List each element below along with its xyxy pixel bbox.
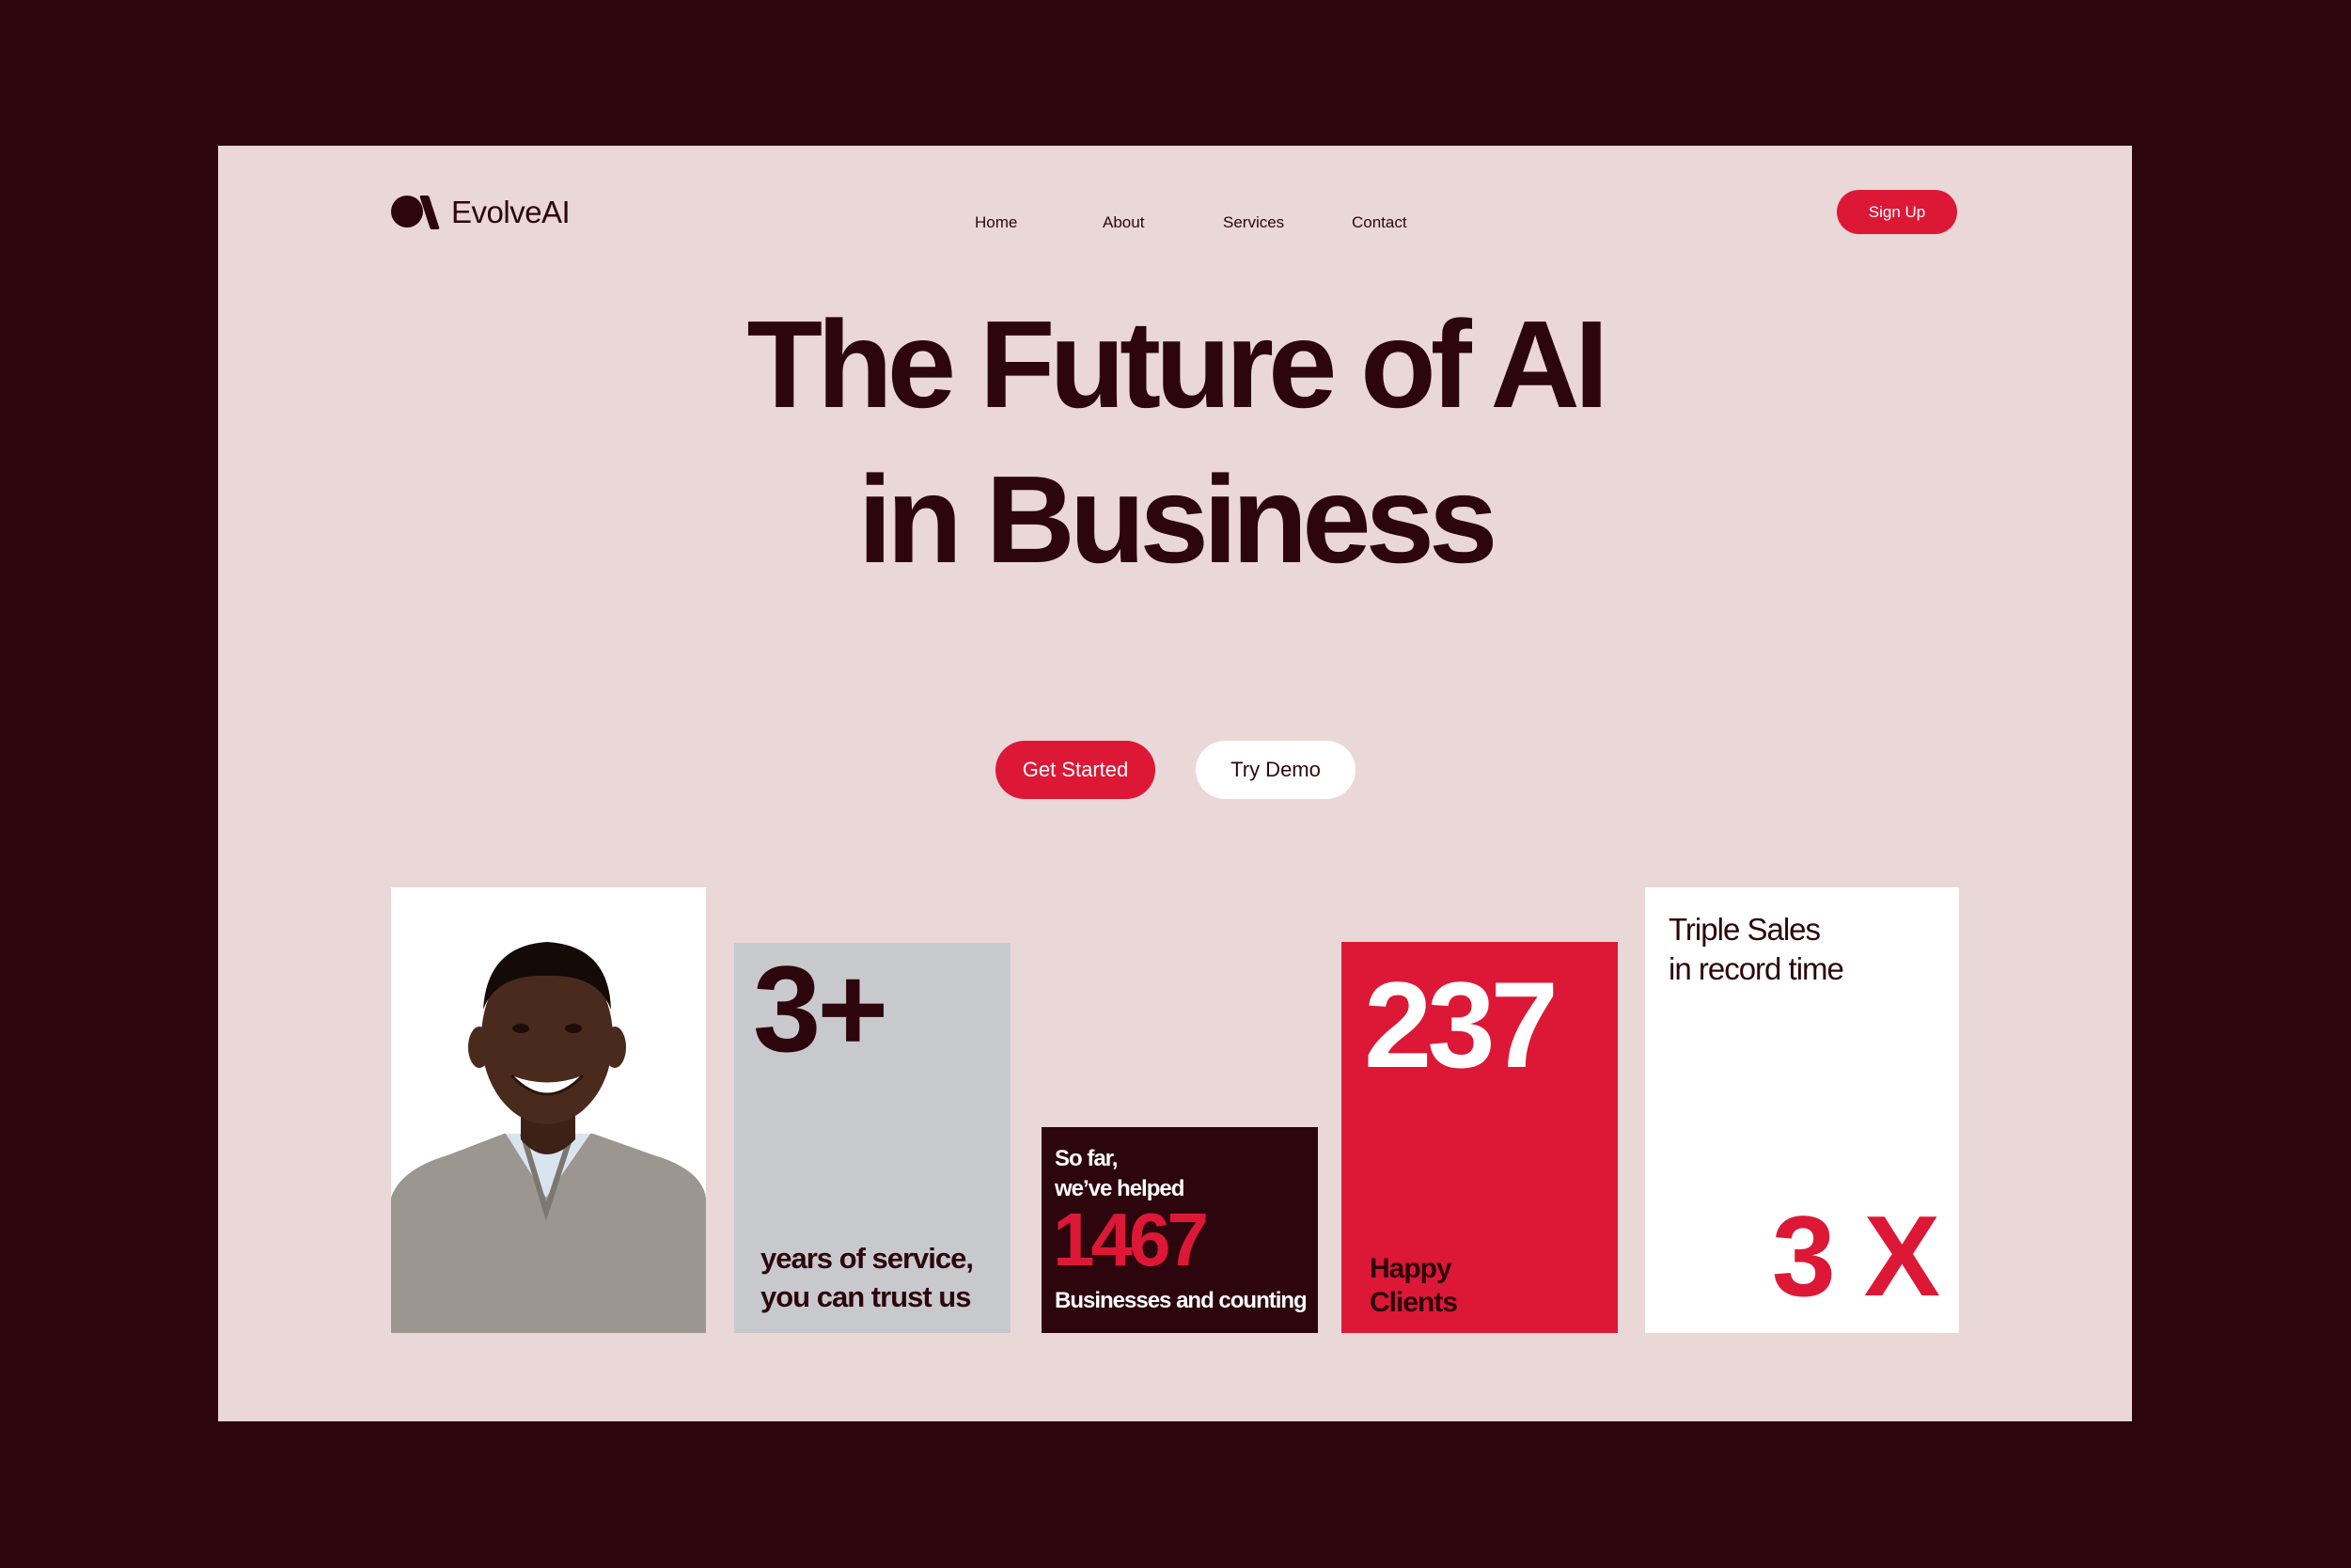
- happy-clients-line-1: Happy: [1370, 1253, 1452, 1284]
- triple-sales-caption: Triple Sales in record time: [1669, 910, 1844, 989]
- customer-photo-card: [391, 887, 706, 1333]
- helped-intro: So far, we’ve helped: [1055, 1144, 1184, 1204]
- happy-clients-line-2: Clients: [1370, 1287, 1458, 1318]
- triple-sales-line-1: Triple Sales: [1669, 912, 1821, 947]
- years-caption-line-2: you can trust us: [760, 1280, 971, 1313]
- signup-button[interactable]: Sign Up: [1837, 190, 1957, 234]
- try-demo-button[interactable]: Try Demo: [1196, 741, 1356, 799]
- businesses-helped-caption: Businesses and counting: [1055, 1288, 1308, 1313]
- hero-title-line-2: in Business: [857, 450, 1498, 588]
- happy-clients-value: 237: [1364, 956, 1559, 1093]
- businesses-helped-value: 1467: [1053, 1198, 1209, 1281]
- triple-sales-line-2: in record time: [1669, 951, 1844, 986]
- nav-about[interactable]: About: [1103, 213, 1144, 232]
- years-value: 3+: [753, 943, 888, 1077]
- nav-home[interactable]: Home: [975, 213, 1017, 232]
- get-started-button[interactable]: Get Started: [995, 741, 1155, 799]
- happy-clients-caption: Happy Clients: [1370, 1252, 1458, 1320]
- nav-services[interactable]: Services: [1223, 213, 1284, 232]
- triple-sales-card: Triple Sales in record time 3 X: [1645, 887, 1959, 1333]
- happy-clients-card: 237 Happy Clients: [1341, 942, 1618, 1333]
- nav-contact[interactable]: Contact: [1352, 213, 1407, 232]
- years-of-service-card: 3+ years of service, you can trust us: [734, 943, 1011, 1333]
- businesses-helped-card: So far, we’ve helped 1467 Businesses and…: [1042, 1127, 1318, 1333]
- helped-intro-line-1: So far,: [1055, 1146, 1118, 1171]
- landing-page: EvolveAI Home About Services Contact Sig…: [218, 146, 2132, 1421]
- person-photo-icon: [391, 887, 706, 1333]
- hero-title-line-1: The Future of AI: [746, 295, 1608, 433]
- hero-title: The Future of AI in Business: [218, 287, 2132, 597]
- years-caption-line-1: years of service,: [760, 1242, 974, 1275]
- triple-sales-value: 3 X: [1771, 1192, 1940, 1320]
- years-caption: years of service, you can trust us: [760, 1239, 974, 1316]
